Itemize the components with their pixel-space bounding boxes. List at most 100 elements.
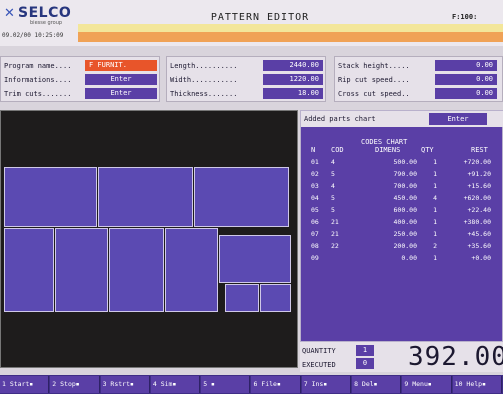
fkey-start[interactable]: 1 Start▪ — [0, 376, 50, 393]
fkey-help[interactable]: 10 Help▪ — [452, 376, 502, 393]
quantity-area: QUANTITY 1 EXECUTED 0 392.00 — [300, 342, 503, 372]
cell-n: 02 — [311, 170, 319, 178]
col-header-rest: REST — [471, 146, 488, 154]
cell-rest: +15.60 — [467, 182, 491, 190]
cell-qty: 1 — [433, 182, 437, 190]
cell-qty: 2 — [433, 242, 437, 250]
fkey-delete[interactable]: 8 Del▪ — [352, 376, 402, 393]
fkey-5[interactable]: 5 ▪ — [201, 376, 251, 393]
page-id: F:100: — [452, 13, 478, 21]
cell-n: 01 — [311, 158, 319, 166]
length-field[interactable]: 2440.00 — [263, 60, 323, 71]
pattern-canvas[interactable] — [0, 110, 298, 368]
cell-cod: 5 — [331, 206, 335, 214]
header-band-yellow — [78, 24, 503, 32]
speed-panel: Stack height..... 0.00 Rip cut speed....… — [334, 56, 503, 102]
cell-cod: 21 — [331, 218, 339, 226]
col-header-cod: COD — [331, 146, 344, 154]
fkey-menu[interactable]: 9 Menu▪ — [402, 376, 452, 393]
pattern-part[interactable] — [219, 235, 291, 283]
table-row[interactable]: 07 21 250.00 1 +45.60 — [301, 230, 503, 242]
rip-cut-speed-label: Rip cut speed.... — [338, 76, 410, 84]
cell-qty: 1 — [433, 158, 437, 166]
logo-tagline: biesse group — [30, 20, 63, 26]
program-name-field[interactable]: F FURNIT. — [85, 60, 157, 71]
cell-dimens: 200.00 — [393, 242, 417, 250]
table-row[interactable]: 08 22 200.00 2 +35.60 — [301, 242, 503, 254]
cell-rest: +91.20 — [467, 170, 491, 178]
cell-dimens: 700.00 — [393, 182, 417, 190]
cell-dimens: 790.00 — [393, 170, 417, 178]
fkey-insert[interactable]: 7 Ins▪ — [301, 376, 352, 393]
codes-chart-title: CODES CHART — [361, 138, 408, 146]
thickness-field[interactable]: 18.00 — [263, 88, 323, 99]
cell-cod: 4 — [331, 158, 335, 166]
cell-cod: 22 — [331, 242, 339, 250]
pattern-part[interactable] — [165, 228, 218, 312]
executed-label: EXECUTED — [302, 361, 336, 369]
table-row[interactable]: 02 5 790.00 1 +91.20 — [301, 170, 503, 182]
table-row[interactable]: 04 5 450.00 4 +620.00 — [301, 194, 503, 206]
cell-qty: 4 — [433, 194, 437, 202]
table-row[interactable]: 09 0.00 1 +0.00 — [301, 254, 503, 266]
rip-cut-speed-field[interactable]: 0.00 — [435, 74, 497, 85]
stack-height-label: Stack height..... — [338, 62, 410, 70]
thickness-label: Thickness....... — [170, 90, 238, 98]
cell-n: 09 — [311, 254, 319, 262]
col-header-n: N — [311, 146, 316, 154]
parts-chart-enter-button[interactable]: Enter — [429, 113, 487, 125]
fkey-restart[interactable]: 3 Rstrt▪ — [100, 376, 150, 393]
cross-cut-speed-field[interactable]: 0.00 — [435, 88, 497, 99]
added-parts-chart-label: Added parts chart — [304, 115, 376, 123]
cell-rest: +0.00 — [471, 254, 491, 262]
cell-rest: +380.00 — [463, 218, 491, 226]
cell-n: 08 — [311, 242, 319, 250]
cell-cod: 4 — [331, 182, 335, 190]
informations-label: Informations.... — [4, 76, 72, 84]
quantity-field[interactable]: 1 — [356, 345, 374, 356]
col-header-qty: QTY — [421, 146, 434, 154]
cross-cut-speed-label: Cross cut speed.. — [338, 90, 410, 98]
cell-rest: +720.00 — [463, 158, 491, 166]
pattern-part[interactable] — [4, 228, 54, 312]
cell-dimens: 450.00 — [393, 194, 417, 202]
quantity-label: QUANTITY — [302, 347, 336, 355]
pattern-part[interactable] — [4, 167, 97, 227]
trim-cuts-enter-button[interactable]: Enter — [85, 88, 157, 99]
fkey-stop[interactable]: 2 Stop▪ — [50, 376, 100, 393]
table-row[interactable]: 03 4 700.00 1 +15.60 — [301, 182, 503, 194]
cell-dimens: 500.00 — [393, 158, 417, 166]
cell-n: 04 — [311, 194, 319, 202]
parts-chart-header: Added parts chart Enter — [301, 111, 503, 127]
dimensions-panel: Length.......... 2440.00 Width..........… — [166, 56, 326, 102]
header-band-orange — [78, 32, 503, 42]
cell-qty: 1 — [433, 218, 437, 226]
cell-cod: 5 — [331, 194, 335, 202]
cell-dimens: 600.00 — [393, 206, 417, 214]
pattern-part[interactable] — [194, 167, 289, 227]
parts-chart-panel: Added parts chart Enter CODES CHART N CO… — [300, 110, 503, 342]
table-row[interactable]: 01 4 500.00 1 +720.00 — [301, 158, 503, 170]
pattern-part[interactable] — [98, 167, 193, 227]
col-header-dimens: DIMENS — [375, 146, 401, 154]
pattern-part[interactable] — [55, 228, 108, 312]
cell-dimens: 400.00 — [393, 218, 417, 226]
fkey-sim[interactable]: 4 Sim▪ — [150, 376, 201, 393]
stack-height-field[interactable]: 0.00 — [435, 60, 497, 71]
pattern-part[interactable] — [109, 228, 164, 312]
width-field[interactable]: 1220.00 — [263, 74, 323, 85]
table-row[interactable]: 06 21 400.00 1 +380.00 — [301, 218, 503, 230]
cell-n: 07 — [311, 230, 319, 238]
header: ✕ SELCO biesse group 09.02/00 10:25:09 P… — [0, 0, 503, 46]
cell-qty: 1 — [433, 230, 437, 238]
informations-enter-button[interactable]: Enter — [85, 74, 157, 85]
table-row[interactable]: 05 5 600.00 1 +22.40 — [301, 206, 503, 218]
cell-cod: 5 — [331, 170, 335, 178]
length-label: Length.......... — [170, 62, 238, 70]
logo: ✕ SELCO biesse group — [2, 2, 78, 30]
pattern-part[interactable] — [260, 284, 291, 312]
pattern-part[interactable] — [225, 284, 259, 312]
cell-n: 05 — [311, 206, 319, 214]
cell-qty: 1 — [433, 254, 437, 262]
fkey-file[interactable]: 6 File▪ — [251, 376, 301, 393]
